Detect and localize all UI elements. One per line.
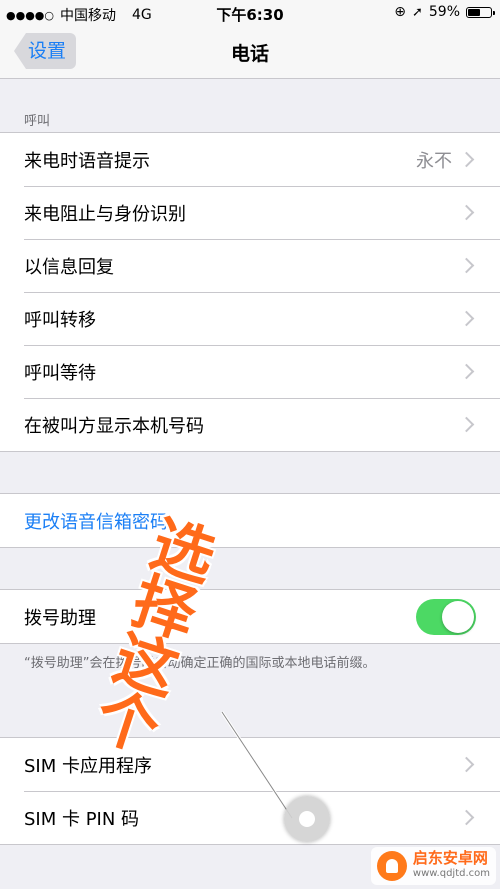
annotation-pointer-line [220, 711, 294, 819]
watermark-url: www.qdjtd.com [412, 868, 490, 879]
watermark-logo-icon [376, 851, 407, 881]
watermark: 启东安卓网 www.qdjtd.com [370, 847, 496, 885]
touch-indicator-icon [284, 796, 330, 842]
watermark-title: 启东安卓网 [412, 849, 488, 867]
